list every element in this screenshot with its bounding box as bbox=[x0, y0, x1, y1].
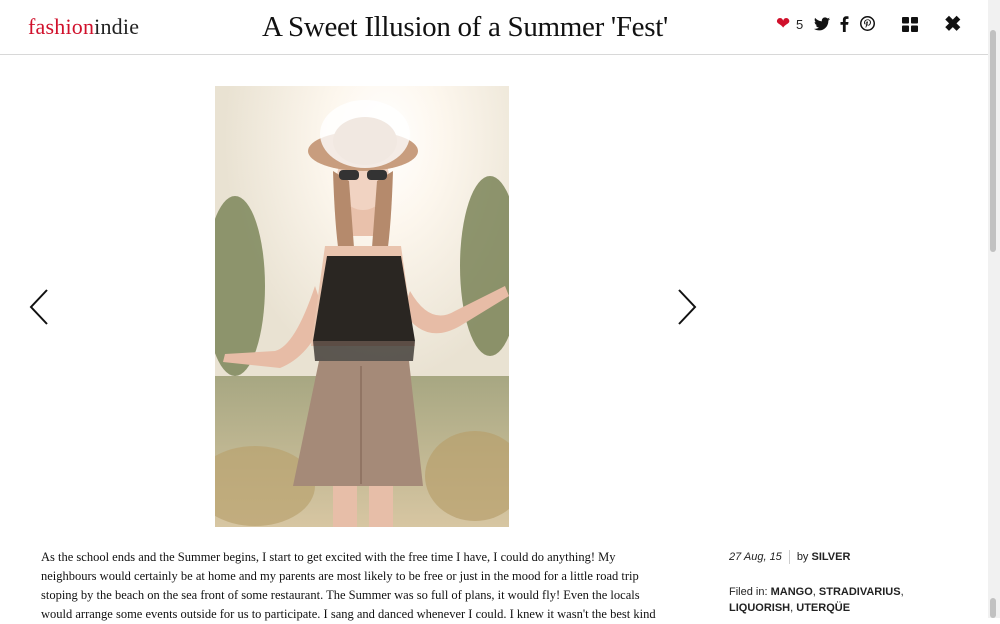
article-line: neighbours would certainly be at home an… bbox=[41, 569, 639, 583]
top-bar: fashionindie A Sweet Illusion of a Summe… bbox=[0, 0, 988, 55]
logo-part-indie: indie bbox=[94, 14, 140, 39]
pinterest-icon[interactable] bbox=[860, 16, 875, 35]
meta-divider bbox=[788, 550, 790, 564]
page-title: A Sweet Illusion of a Summer 'Fest' bbox=[262, 11, 668, 43]
tag-link[interactable]: STRADIVARIUS bbox=[819, 586, 901, 598]
post-photo bbox=[215, 86, 509, 527]
logo-part-fashion: fashion bbox=[28, 14, 95, 39]
close-icon[interactable]: ✖ bbox=[944, 14, 962, 35]
chevron-left-icon[interactable] bbox=[28, 288, 50, 326]
tag-link[interactable]: UTERQÜE bbox=[796, 602, 850, 614]
article-body: As the school ends and the Summer begins… bbox=[41, 548, 701, 624]
scrollbar-thumb[interactable] bbox=[990, 30, 996, 252]
post-date: 27 Aug, 15 bbox=[729, 550, 782, 563]
chevron-right-icon[interactable] bbox=[676, 288, 698, 326]
by-label: by bbox=[796, 550, 809, 563]
filed-label: Filed in: bbox=[729, 586, 768, 598]
scrollbar[interactable] bbox=[988, 0, 1000, 618]
twitter-icon[interactable] bbox=[814, 16, 830, 35]
author-link[interactable]: SILVER bbox=[812, 551, 851, 563]
tag-link[interactable]: LIQUORISH bbox=[729, 602, 790, 614]
like-count: 5 bbox=[796, 17, 804, 32]
site-logo[interactable]: fashionindie bbox=[28, 14, 139, 40]
scrollbar-thumb-lower[interactable] bbox=[990, 598, 996, 618]
post-meta: 27 Aug, 15 by SILVER bbox=[729, 550, 850, 564]
heart-icon[interactable]: ❤ bbox=[776, 16, 790, 33]
article-line: would arrange some events outside for us… bbox=[41, 607, 656, 621]
grid-icon[interactable] bbox=[902, 17, 918, 36]
filed-in: Filed in: MANGO, STRADIVARIUS, LIQUORISH… bbox=[729, 586, 904, 614]
article-line: stoping by the beach on the sea front of… bbox=[41, 588, 640, 602]
article-line: As the school ends and the Summer begins… bbox=[41, 550, 616, 564]
facebook-icon[interactable] bbox=[840, 16, 849, 36]
tag-link[interactable]: MANGO bbox=[771, 586, 813, 598]
